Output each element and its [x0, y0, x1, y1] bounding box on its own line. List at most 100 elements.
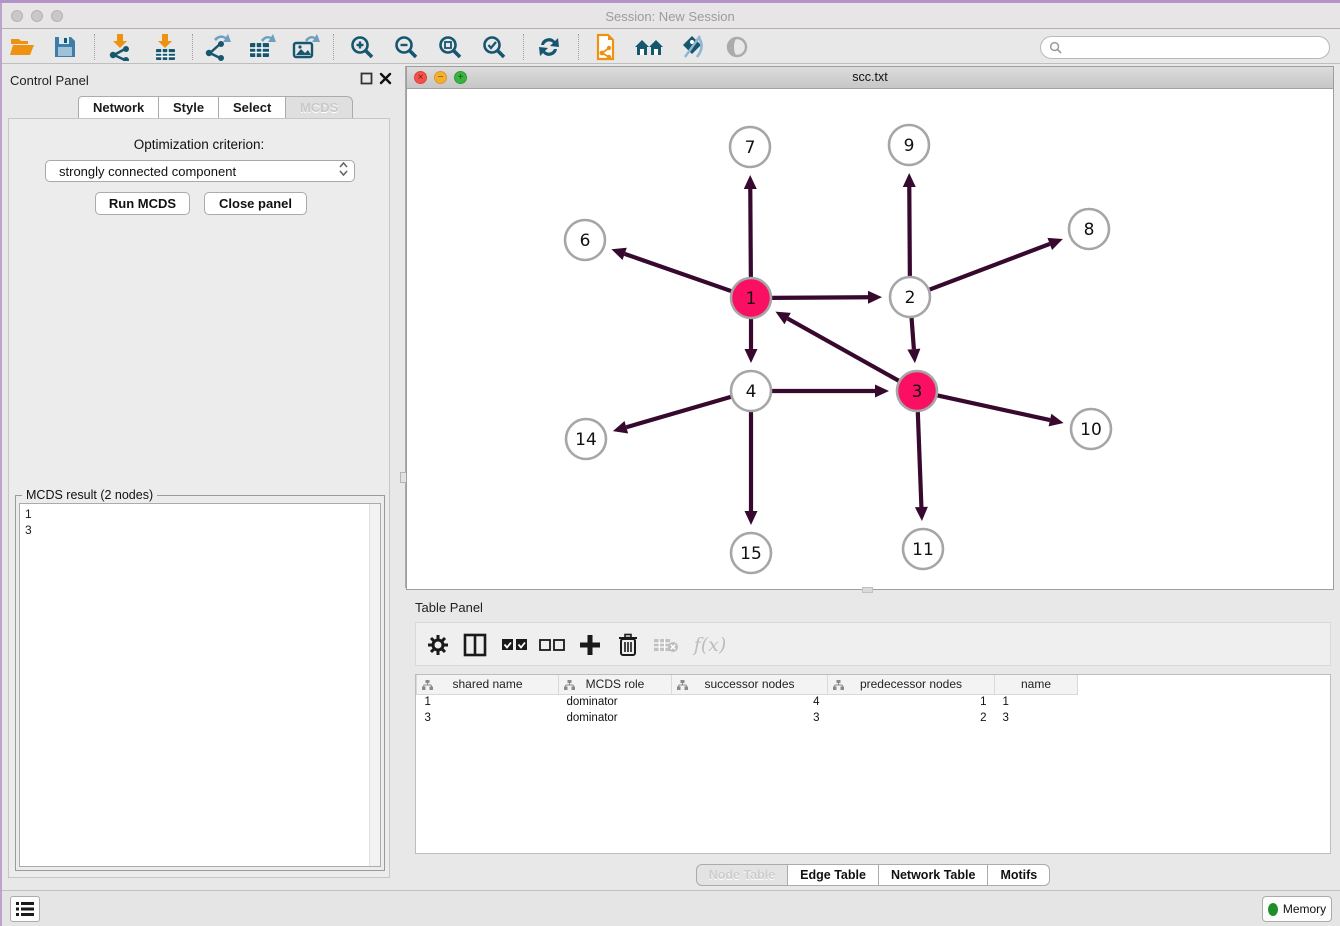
zoom-in-button[interactable]: [347, 33, 377, 61]
column-header-successor-nodes[interactable]: successor nodes: [672, 675, 828, 694]
edge-arrowhead: [611, 248, 626, 260]
hide-graphics-details-button[interactable]: [677, 33, 707, 61]
edge-arrowhead: [745, 349, 758, 363]
toggle-visibility-button[interactable]: [722, 33, 752, 61]
table-settings-button[interactable]: [424, 631, 452, 659]
refresh-layout-button[interactable]: [534, 33, 564, 61]
cell-MCDS-role[interactable]: dominator: [559, 710, 672, 726]
cell-shared-name[interactable]: 3: [417, 710, 559, 726]
cell-successor-nodes[interactable]: 4: [672, 694, 828, 710]
network-canvas[interactable]: 1234678910111415: [407, 89, 1333, 589]
toolbar-separator: [578, 34, 579, 60]
horizontal-splitter-handle[interactable]: [862, 587, 873, 593]
deselect-all-button[interactable]: [538, 631, 566, 659]
mcds-result-text[interactable]: 1 3: [19, 503, 381, 867]
float-panel-icon[interactable]: [360, 72, 373, 85]
import-network-button[interactable]: [105, 33, 135, 61]
node-label-6: 6: [580, 231, 591, 251]
close-panel-icon[interactable]: [379, 72, 392, 85]
table-row[interactable]: 3dominator323: [417, 710, 1078, 726]
zoom-selected-button[interactable]: [479, 33, 509, 61]
open-session-button[interactable]: [7, 33, 37, 61]
close-panel-button[interactable]: Close panel: [204, 192, 307, 215]
graph-edge-4-14[interactable]: [626, 397, 731, 427]
column-header-name[interactable]: name: [995, 675, 1078, 694]
column-header-MCDS-role[interactable]: MCDS role: [559, 675, 672, 694]
graph-edge-2-8[interactable]: [930, 244, 1050, 290]
edge-arrowhead: [903, 173, 916, 187]
search-input[interactable]: [1062, 41, 1329, 55]
label-slash-icon: [679, 34, 705, 60]
mcds-result-title: MCDS result (2 nodes): [22, 488, 157, 502]
plus-icon: [579, 634, 601, 656]
column-label: name: [1021, 677, 1051, 691]
run-mcds-button[interactable]: Run MCDS: [95, 192, 190, 215]
first-neighbors-button[interactable]: [634, 33, 664, 61]
sort-tree-icon: [564, 680, 575, 690]
column-header-shared-name[interactable]: shared name: [417, 675, 559, 694]
tab-select[interactable]: Select: [218, 96, 286, 119]
export-image-button[interactable]: [291, 33, 321, 61]
add-row-button[interactable]: [576, 631, 604, 659]
cell-name[interactable]: 3: [995, 710, 1078, 726]
sort-tree-icon: [677, 680, 688, 690]
cell-MCDS-role[interactable]: dominator: [559, 694, 672, 710]
import-table-icon: [152, 33, 178, 61]
graph-edge-3-11[interactable]: [918, 412, 922, 507]
import-table-button[interactable]: [150, 33, 180, 61]
zoom-fit-icon: [437, 34, 463, 60]
column-header-predecessor-nodes[interactable]: predecessor nodes: [828, 675, 995, 694]
cell-predecessor-nodes[interactable]: 1: [828, 694, 995, 710]
cell-predecessor-nodes[interactable]: 2: [828, 710, 995, 726]
graph-edge-2-9[interactable]: [909, 187, 910, 276]
zoom-in-icon: [349, 34, 375, 60]
mcds-result-groupbox: MCDS result (2 nodes) 1 3: [15, 495, 385, 871]
memory-label: Memory: [1283, 902, 1326, 916]
list-icon: [16, 902, 34, 916]
graph-edge-3-10[interactable]: [938, 395, 1050, 420]
delete-table-button[interactable]: [652, 631, 680, 659]
cell-name[interactable]: 1: [995, 694, 1078, 710]
cell-shared-name[interactable]: 1: [417, 694, 559, 710]
delete-button[interactable]: [614, 631, 642, 659]
export-table-icon: [248, 33, 276, 61]
clone-network-button[interactable]: [590, 33, 620, 61]
graph-edge-1-6[interactable]: [625, 254, 732, 291]
tab-node-table[interactable]: Node Table: [696, 864, 788, 886]
function-builder-button[interactable]: f(x): [688, 631, 732, 659]
trash-icon: [618, 633, 638, 657]
export-table-button[interactable]: [247, 33, 277, 61]
graph-edge-3-1[interactable]: [788, 319, 899, 381]
optimization-criterion-select[interactable]: strongly connected component: [45, 160, 355, 182]
network-window-titlebar[interactable]: × − + scc.txt: [407, 67, 1333, 89]
eye-icon: [724, 35, 750, 59]
result-scrollbar[interactable]: [369, 504, 380, 866]
desktop-edge: [0, 0, 1340, 3]
mcds-panel: Optimization criterion: strongly connect…: [8, 118, 390, 878]
memory-button[interactable]: Memory: [1262, 896, 1332, 922]
export-network-button[interactable]: [203, 33, 233, 61]
tab-mcds[interactable]: MCDS: [285, 96, 353, 119]
graph-edge-2-3[interactable]: [912, 318, 914, 349]
select-all-button[interactable]: [501, 631, 529, 659]
tab-motifs[interactable]: Motifs: [988, 864, 1050, 886]
tab-network[interactable]: Network: [78, 96, 159, 119]
zoom-out-button[interactable]: [391, 33, 421, 61]
edge-arrowhead: [915, 507, 928, 521]
zoom-fit-button[interactable]: [435, 33, 465, 61]
tab-network-table[interactable]: Network Table: [879, 864, 989, 886]
table-row[interactable]: 1dominator411: [417, 694, 1078, 710]
table-tabs: Node TableEdge TableNetwork TableMotifs: [406, 864, 1340, 886]
save-session-button[interactable]: [50, 33, 80, 61]
graph-edge-1-2[interactable]: [772, 297, 868, 298]
status-bar: Memory: [0, 890, 1340, 926]
task-history-button[interactable]: [10, 896, 40, 922]
split-panel-button[interactable]: [461, 631, 489, 659]
node-label-9: 9: [904, 136, 915, 156]
tab-edge-table[interactable]: Edge Table: [788, 864, 879, 886]
cell-successor-nodes[interactable]: 3: [672, 710, 828, 726]
memory-status-icon: [1268, 903, 1278, 916]
tab-style[interactable]: Style: [158, 96, 219, 119]
dropdown-stepper-icon: [332, 162, 354, 181]
graph-edge-1-7[interactable]: [750, 189, 751, 277]
